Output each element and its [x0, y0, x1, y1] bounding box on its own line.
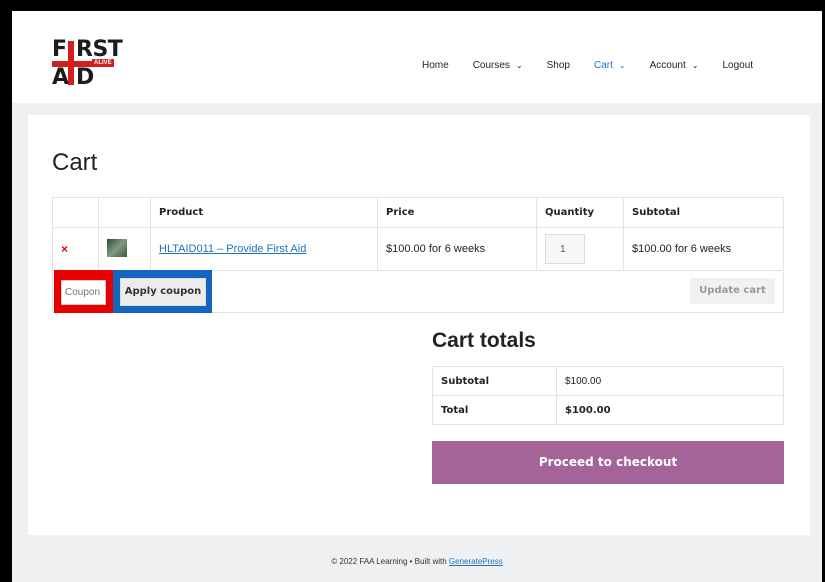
column-header-remove [52, 197, 99, 228]
product-link[interactable]: HLTAID011 – Provide First Aid [159, 243, 306, 255]
nav-item-courses[interactable]: Courses ⌄ [473, 60, 523, 71]
nav-item-label: Courses [472, 59, 510, 71]
totals-subtotal-label: Subtotal [432, 366, 557, 396]
proceed-to-checkout-button[interactable]: Proceed to checkout [432, 441, 784, 484]
column-header-price: Price [377, 197, 537, 228]
totals-total-value: $100.00 [556, 395, 784, 425]
site-footer: © 2022 FAA Learning • Built with Generat… [12, 557, 822, 566]
update-cart-button[interactable]: Update cart [690, 278, 775, 304]
logo-letter-a: A [52, 65, 69, 90]
totals-row-total: Total $100.00 [432, 395, 784, 425]
cart-table: Product Price Quantity Subtotal × HLTAID… [52, 197, 784, 271]
page-title: Cart [52, 149, 98, 176]
nav-item-shop[interactable]: Shop [547, 60, 570, 71]
product-cell: HLTAID011 – Provide First Aid [150, 227, 378, 271]
nav-item-logout[interactable]: Logout [722, 60, 753, 71]
chevron-down-icon: ⌄ [618, 60, 626, 70]
totals-subtotal-value: $100.00 [556, 366, 784, 396]
apply-coupon-button[interactable]: Apply coupon [120, 278, 206, 306]
coupon-input[interactable] [61, 280, 106, 305]
remove-cell: × [52, 227, 99, 271]
logo-alive-badge: ALIVE [92, 59, 114, 67]
nav-item-label: Home [422, 59, 449, 71]
column-header-subtotal: Subtotal [623, 197, 784, 228]
table-row: × HLTAID011 – Provide First Aid $100.00 … [52, 227, 784, 271]
main-navigation: Home Courses ⌄ Shop Cart ⌄ Account ⌄ Log… [422, 57, 777, 73]
quantity-input[interactable]: 1 [545, 234, 585, 264]
totals-row-subtotal: Subtotal $100.00 [432, 366, 784, 396]
chevron-down-icon: ⌄ [691, 60, 699, 70]
footer-generatepress-link[interactable]: GeneratePress [449, 557, 503, 566]
column-header-product: Product [150, 197, 378, 228]
nav-item-cart[interactable]: Cart ⌄ [594, 60, 626, 71]
screen-frame-top [0, 0, 825, 11]
quantity-cell: 1 [536, 227, 624, 271]
site-logo[interactable]: F RST A D ALIVE [52, 39, 124, 91]
nav-item-label: Cart [594, 59, 613, 71]
nav-item-home[interactable]: Home [422, 60, 449, 71]
thumbnail-cell [98, 227, 151, 271]
column-header-thumbnail [98, 197, 151, 228]
screen-frame-left [0, 0, 12, 582]
site-header: F RST A D ALIVE Home Courses ⌄ Shop Cart… [12, 11, 822, 103]
logo-letters-rst: RST [76, 37, 123, 62]
logo-letter-f: F [52, 37, 67, 62]
subtotal-cell: $100.00 for 6 weeks [623, 227, 784, 271]
nav-item-account[interactable]: Account ⌄ [650, 60, 699, 71]
price-cell: $100.00 for 6 weeks [377, 227, 537, 271]
nav-item-label: Logout [722, 59, 754, 71]
nav-item-label: Account [649, 59, 686, 71]
cart-totals-table: Subtotal $100.00 Total $100.00 [432, 366, 784, 425]
totals-total-label: Total [432, 395, 557, 425]
course-thumbnail-image[interactable] [107, 238, 127, 257]
nav-item-label: Shop [546, 59, 570, 71]
cart-table-header-row: Product Price Quantity Subtotal [52, 197, 784, 228]
page: F RST A D ALIVE Home Courses ⌄ Shop Cart… [12, 11, 822, 582]
logo-letter-d: D [76, 65, 94, 90]
cart-content: Cart Product Price Quantity Subtotal × H… [28, 115, 810, 535]
chevron-down-icon: ⌄ [515, 60, 523, 70]
column-header-quantity: Quantity [536, 197, 624, 228]
cart-totals-title: Cart totals [432, 329, 536, 352]
remove-item-icon[interactable]: × [61, 242, 68, 256]
footer-copyright: © 2022 FAA Learning • Built with [331, 557, 449, 566]
